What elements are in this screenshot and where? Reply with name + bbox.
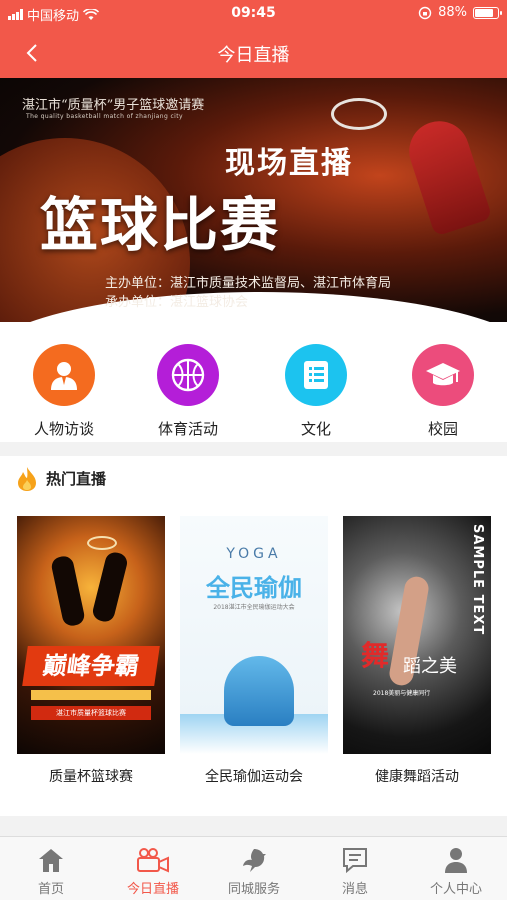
tab-label: 消息 [341,882,368,897]
poster-image: YOGA 全民瑜伽 2018湛江市全民瑜伽运动大会 [180,516,328,754]
poster-yoga-figure-graphic [224,656,294,726]
tab-label: 首页 [37,882,64,897]
banner-event-line: 湛江市“质量杯”男子篮球邀请赛 [22,98,205,113]
graduation-cap-icon [426,363,460,386]
category-label: 人物访谈 [33,420,94,438]
nav-bar: 今日直播 [0,28,507,78]
poster-text: 2018湛江市全民瑜伽运动大会 [213,604,295,611]
rotation-lock-icon [418,6,432,19]
battery-icon [473,6,502,19]
tab-city-service[interactable]: 同城服务 [209,845,299,897]
tab-bar: 首页 今日直播 同城服务 消息 个人中心 [0,836,507,900]
poster-card-yoga[interactable]: YOGA 全民瑜伽 2018湛江市全民瑜伽运动大会 全民瑜伽运动会 [180,516,328,786]
live-banner[interactable]: 湛江市“质量杯”男子篮球邀请赛 The quality basketball m… [0,78,507,322]
user-icon [445,848,467,873]
list-icon [304,361,328,389]
banner-organizer: 主办单位：湛江市质量技术监督局、湛江市体育局 [105,276,392,291]
tab-messages[interactable]: 消息 [310,845,400,897]
poster-card-basketball[interactable]: 巅峰争霸 湛江市质量杯篮球比赛 质量杯篮球赛 [17,516,165,786]
poster-caption: 健康舞蹈活动 [375,769,459,785]
poster-caption: 质量杯篮球赛 [49,769,133,785]
tab-label: 个人中心 [429,882,482,897]
poster-title: 全民瑜伽 [206,574,302,602]
hot-live-header: 热门直播 [0,456,507,500]
poster-caption: 全民瑜伽运动会 [205,769,303,785]
category-label: 体育活动 [157,420,218,438]
category-label: 校园 [427,420,458,438]
status-right: 88% [418,5,502,20]
hot-live-list: 巅峰争霸 湛江市质量杯篮球比赛 质量杯篮球赛 YOGA 全民瑜伽 2018湛江市… [0,500,507,816]
category-grid: 人物访谈 体育活动 文化 校园 [0,322,507,442]
basketball-icon [171,358,205,392]
poster-player-graphic [49,554,87,628]
video-camera-icon [137,848,169,873]
person-icon [51,362,77,390]
banner-event-line-en: The quality basketball match of zhanjian… [26,113,183,120]
flame-icon [18,467,36,491]
poster-text: 2018美丽与健康同行 [373,690,431,697]
poster-title: 巅峰争霸 [22,646,160,686]
poster-hoop-graphic [87,536,117,550]
category-culture[interactable]: 文化 [276,344,356,439]
category-label: 文化 [300,420,331,438]
poster-yoga-word: YOGA [226,546,282,562]
poster-strip [31,690,151,700]
tab-today-live[interactable]: 今日直播 [108,845,198,897]
poster-side-text: SAMPLE TEXT [470,524,485,636]
banner-headline-big: 篮球比赛 [40,191,281,259]
page-title: 今日直播 [217,45,290,66]
category-campus[interactable]: 校园 [403,344,483,439]
category-sports[interactable]: 体育活动 [148,344,228,439]
category-circle [157,344,219,406]
section-title: 热门直播 [46,470,107,488]
banner-co-organizer: 承办单位：湛江篮球协会 [105,295,249,310]
banner-headline-small: 现场直播 [225,146,353,181]
banner-organizers: 主办单位：湛江市质量技术监督局、湛江市体育局 承办单位：湛江篮球协会 [105,274,391,312]
poster-card-dance[interactable]: SAMPLE TEXT 舞 蹈之美 2018美丽与健康同行 健康舞蹈活动 [343,516,491,786]
battery-fill [475,8,493,17]
poster-image: 巅峰争霸 湛江市质量杯篮球比赛 [17,516,165,754]
dove-icon [243,849,266,872]
tab-home[interactable]: 首页 [6,845,96,897]
battery-percent: 88% [438,5,467,20]
poster-player-graphic [90,550,130,624]
poster-text: 湛江市质量杯篮球比赛 [31,706,151,720]
status-bar: 中国移动 09:45 88% [0,0,507,28]
message-icon [343,848,367,874]
category-circle [412,344,474,406]
poster-image: SAMPLE TEXT 舞 蹈之美 2018美丽与健康同行 [343,516,491,754]
tab-label: 今日直播 [126,882,179,897]
category-circle [285,344,347,406]
tab-label: 同城服务 [227,882,280,897]
category-person-interview[interactable]: 人物访谈 [24,344,104,439]
poster-title: 舞 [361,639,390,672]
banner-player-graphic [401,113,493,237]
category-circle [33,344,95,406]
poster-subtitle: 蹈之美 [403,656,457,677]
tab-profile[interactable]: 个人中心 [411,845,501,897]
banner-hoop-graphic [331,98,387,130]
home-icon [39,849,63,872]
